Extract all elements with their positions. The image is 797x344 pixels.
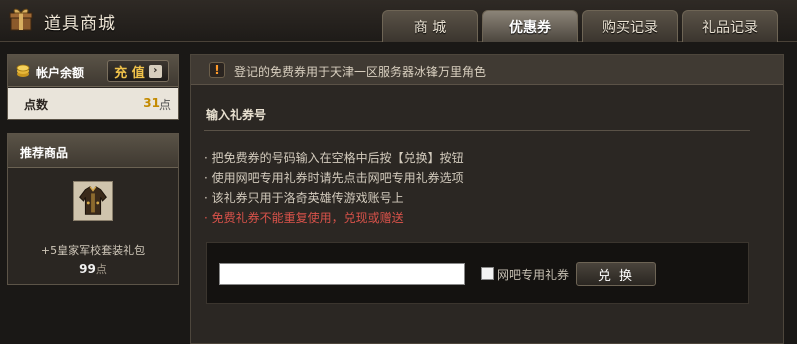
points-label: 点数: [24, 98, 49, 112]
tab-shop[interactable]: 商 城: [382, 10, 478, 42]
recommended-title: 推荐商品: [20, 146, 69, 160]
redeem-panel: 网吧专用礼券 兑 换: [206, 242, 749, 304]
tab-bar: 商 城 优惠券 购买记录 礼品记录: [382, 10, 778, 42]
chevron-right-icon: ›: [148, 64, 162, 78]
product-name[interactable]: +5皇家军校套装礼包: [8, 242, 178, 258]
recharge-label: 充 值: [114, 65, 145, 81]
recharge-button[interactable]: 充 值 ›: [107, 60, 169, 82]
app-title: 道具商城: [44, 14, 116, 34]
internet-cafe-label[interactable]: 网吧专用礼券: [497, 266, 569, 283]
coupon-code-input[interactable]: [219, 263, 465, 285]
balance-label: 帐户余额: [36, 66, 85, 80]
internet-cafe-checkbox[interactable]: [481, 267, 494, 280]
product-price-value: 99: [79, 262, 96, 276]
product-armor-icon[interactable]: [73, 181, 113, 221]
balance-header: 帐户余额 充 值 ›: [8, 55, 178, 87]
top-bar: 道具商城 商 城 优惠券 购买记录 礼品记录: [0, 0, 797, 42]
recommended-panel: 推荐商品 +5皇家军校套装礼包 99点: [7, 133, 179, 285]
tips-list: · 把免费券的号码输入在空格中后按【兑换】按钮 · 使用网吧专用礼券时请先点击网…: [204, 149, 464, 229]
product-price: 99点: [8, 261, 178, 277]
divider: [204, 130, 750, 131]
coupon-panel: ! 登记的免费券用于天津一区服务器冰锋万里角色 输入礼券号 · 把免费券的号码输…: [190, 54, 784, 344]
balance-panel: 帐户余额 充 值 › 点数 31 点: [7, 54, 179, 120]
tab-coupon[interactable]: 优惠券: [482, 10, 578, 42]
warning-icon: !: [209, 62, 225, 78]
tip-item-warning: · 免费礼券不能重复使用，兑现或赠送: [204, 211, 404, 225]
points-value: 31: [143, 96, 160, 110]
tip-item: · 该礼券只用于洛奇英雄传游戏账号上: [204, 191, 404, 205]
tip-item: · 使用网吧专用礼券时请先点击网吧专用礼券选项: [204, 171, 464, 185]
points-row: 点数 31 点: [8, 88, 178, 119]
notice-text: 登记的免费券用于天津一区服务器冰锋万里角色: [234, 65, 487, 79]
section-title: 输入礼券号: [206, 108, 267, 122]
notice-bar: ! 登记的免费券用于天津一区服务器冰锋万里角色: [191, 55, 783, 85]
redeem-button[interactable]: 兑 换: [576, 262, 656, 286]
tip-item: · 把免费券的号码输入在空格中后按【兑换】按钮: [204, 151, 464, 165]
product-price-unit: 点: [95, 263, 107, 276]
coin-icon: [16, 64, 30, 77]
gift-icon: [9, 8, 33, 31]
tab-purchase-history[interactable]: 购买记录: [582, 10, 678, 42]
recommended-header: 推荐商品: [8, 134, 178, 168]
tab-gift-history[interactable]: 礼品记录: [682, 10, 778, 42]
points-unit: 点: [158, 98, 171, 112]
